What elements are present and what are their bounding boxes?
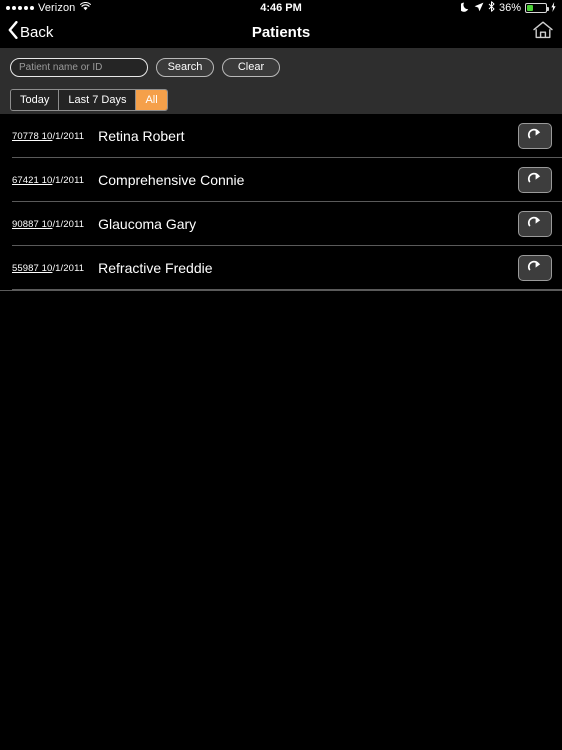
patient-name: Retina Robert — [98, 128, 185, 144]
signal-strength-dots — [6, 6, 34, 10]
curved-arrow-right-icon — [526, 171, 544, 190]
location-arrow-icon — [474, 2, 484, 15]
table-row[interactable]: 67421 10/1/2011 Comprehensive Connie — [0, 158, 562, 202]
patient-name: Comprehensive Connie — [98, 172, 245, 188]
patient-id: 67421 10 — [12, 174, 53, 186]
back-button[interactable]: Back — [8, 20, 54, 44]
battery-percent-label: 36% — [498, 2, 521, 14]
wifi-icon — [80, 2, 92, 14]
back-button-label: Back — [20, 23, 54, 41]
bluetooth-icon — [488, 1, 495, 15]
table-row[interactable]: 90887 10/1/2011 Glaucoma Gary — [0, 202, 562, 246]
table-row[interactable]: 70778 10/1/2011 Retina Robert — [0, 114, 562, 158]
patient-id: 55987 10 — [12, 262, 53, 274]
home-icon — [532, 20, 554, 45]
clear-button[interactable]: Clear — [222, 57, 280, 77]
curved-arrow-right-icon — [526, 127, 544, 146]
status-bar-right: 36% — [459, 1, 556, 15]
patient-date-tail: /1/2011 — [52, 262, 85, 274]
patient-date-tail: /1/2011 — [52, 218, 85, 230]
patient-open-button[interactable] — [518, 167, 552, 193]
filter-last-7-days[interactable]: Last 7 Days — [59, 90, 137, 110]
search-input[interactable] — [10, 57, 148, 77]
page-title: Patients — [251, 23, 311, 41]
search-button[interactable]: Search — [156, 57, 214, 77]
carrier-label: Verizon — [38, 2, 76, 14]
status-bar-left: Verizon — [6, 2, 92, 14]
table-row[interactable]: 55987 10/1/2011 Refractive Freddie — [0, 246, 562, 290]
patient-id-date: 70778 10/1/2011 — [12, 131, 84, 142]
patient-list: 70778 10/1/2011 Retina Robert 67421 10/1… — [0, 114, 562, 291]
moon-icon — [459, 2, 470, 15]
patient-name: Refractive Freddie — [98, 260, 213, 276]
patient-date-tail: /1/2011 — [52, 174, 85, 186]
navigation-bar: Back Patients — [0, 16, 562, 48]
patient-id: 70778 10 — [12, 130, 53, 142]
patient-open-button[interactable] — [518, 255, 552, 281]
lightning-bolt-icon — [551, 1, 556, 15]
curved-arrow-right-icon — [526, 259, 544, 278]
status-bar: Verizon 4:46 PM 36% — [0, 0, 562, 16]
filter-today[interactable]: Today — [11, 90, 60, 110]
patient-id: 90887 10 — [12, 218, 53, 230]
list-bottom-separator — [0, 290, 562, 291]
patient-name: Glaucoma Gary — [98, 216, 197, 232]
battery-icon — [525, 3, 549, 13]
date-filter-segmented-control: Today Last 7 Days All — [10, 89, 168, 111]
patient-open-button[interactable] — [518, 211, 552, 237]
search-toolbar: Search Clear Today Last 7 Days All — [0, 48, 562, 114]
curved-arrow-right-icon — [526, 215, 544, 234]
patient-id-date: 90887 10/1/2011 — [12, 219, 84, 230]
search-row: Search Clear — [0, 54, 562, 80]
patient-open-button[interactable] — [518, 123, 552, 149]
patient-id-date: 55987 10/1/2011 — [12, 263, 84, 274]
patient-date-tail: /1/2011 — [52, 130, 85, 142]
filter-all[interactable]: All — [136, 90, 167, 110]
patient-id-date: 67421 10/1/2011 — [12, 175, 84, 186]
home-button[interactable] — [532, 20, 554, 45]
chevron-left-icon — [8, 20, 18, 44]
